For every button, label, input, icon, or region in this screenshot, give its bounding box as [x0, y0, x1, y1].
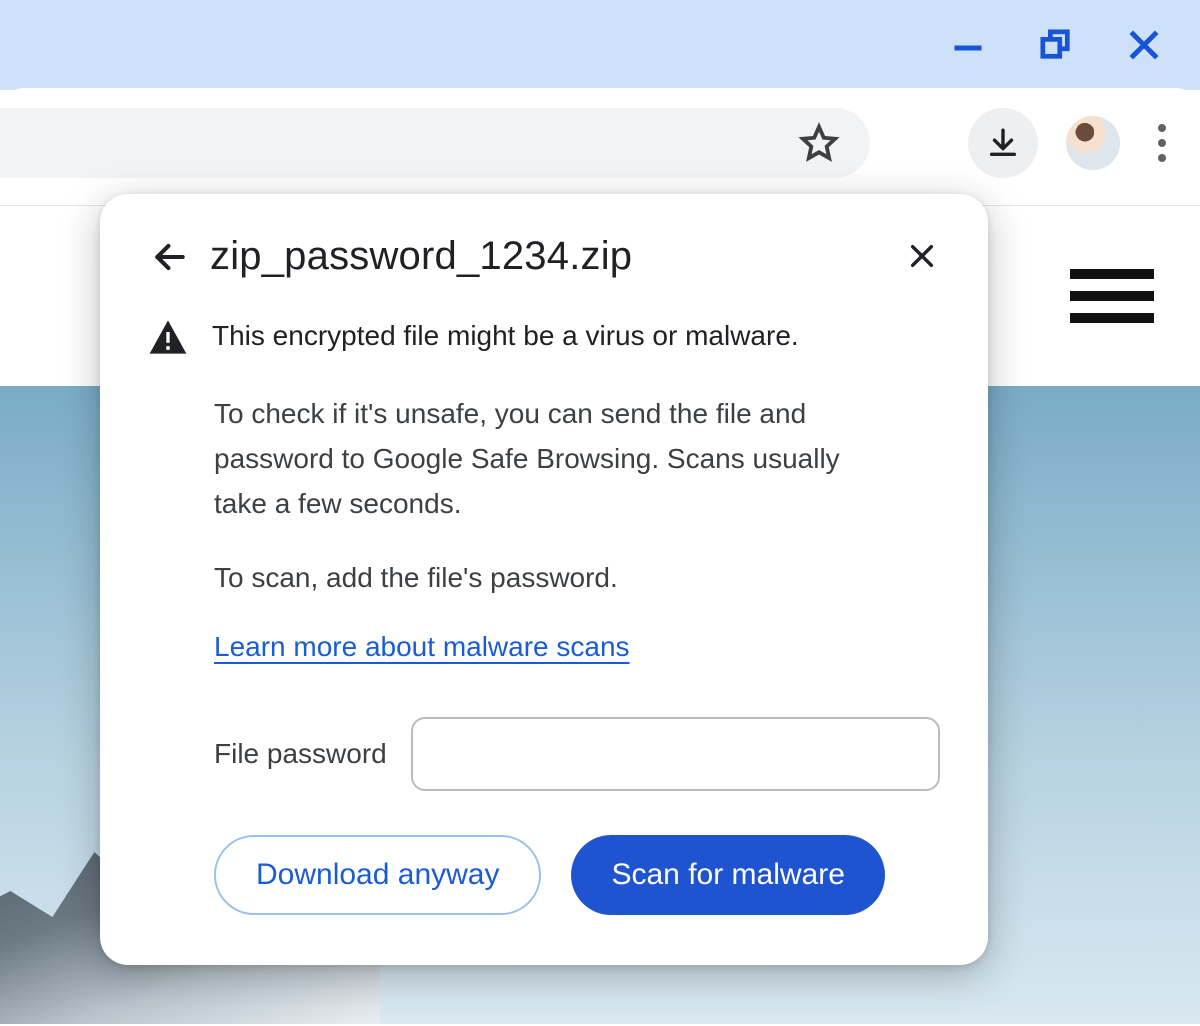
hamburger-line-icon — [1070, 313, 1154, 323]
warning-row: This encrypted file might be a virus or … — [148, 315, 940, 362]
download-icon — [986, 126, 1020, 160]
restore-icon — [1040, 28, 1072, 62]
bookmark-button[interactable] — [798, 122, 840, 164]
dot-icon — [1158, 124, 1166, 132]
toolbar-right-cluster — [968, 108, 1176, 178]
arrow-left-icon — [151, 238, 189, 276]
star-icon — [798, 122, 840, 164]
scan-for-malware-button[interactable]: Scan for malware — [571, 835, 884, 915]
downloads-button[interactable] — [968, 108, 1038, 178]
dialog-title: zip_password_1234.zip — [210, 234, 632, 279]
dialog-close-button[interactable] — [900, 234, 944, 278]
close-icon — [1128, 29, 1160, 61]
profile-avatar[interactable] — [1066, 116, 1120, 170]
scan-prompt-text: To scan, add the file's password. — [214, 556, 894, 601]
password-label: File password — [214, 738, 387, 770]
address-bar[interactable] — [0, 108, 870, 178]
close-window-button[interactable] — [1128, 29, 1160, 61]
minimize-icon — [953, 30, 983, 60]
dot-icon — [1158, 154, 1166, 162]
restore-button[interactable] — [1040, 29, 1072, 61]
download-anyway-button[interactable]: Download anyway — [214, 835, 541, 915]
file-password-input[interactable] — [411, 717, 940, 791]
dot-icon — [1158, 139, 1166, 147]
window-titlebar — [0, 0, 1200, 90]
hamburger-line-icon — [1070, 291, 1154, 301]
page-menu-button[interactable] — [1070, 269, 1154, 323]
minimize-button[interactable] — [952, 29, 984, 61]
dialog-body: This encrypted file might be a virus or … — [148, 315, 940, 915]
learn-more-link[interactable]: Learn more about malware scans — [214, 631, 630, 663]
hamburger-line-icon — [1070, 269, 1154, 279]
close-icon — [906, 240, 938, 272]
warning-text: This encrypted file might be a virus or … — [212, 315, 799, 357]
password-row: File password — [214, 717, 940, 791]
download-warning-dialog: zip_password_1234.zip This encrypted fil… — [100, 194, 988, 965]
browser-toolbar — [0, 88, 1200, 206]
dialog-button-row: Download anyway Scan for malware — [214, 835, 940, 915]
info-paragraph: To check if it's unsafe, you can send th… — [214, 392, 894, 526]
back-button[interactable] — [148, 235, 192, 279]
dialog-header: zip_password_1234.zip — [148, 234, 940, 279]
warning-triangle-icon — [148, 317, 188, 362]
browser-menu-button[interactable] — [1148, 124, 1176, 162]
